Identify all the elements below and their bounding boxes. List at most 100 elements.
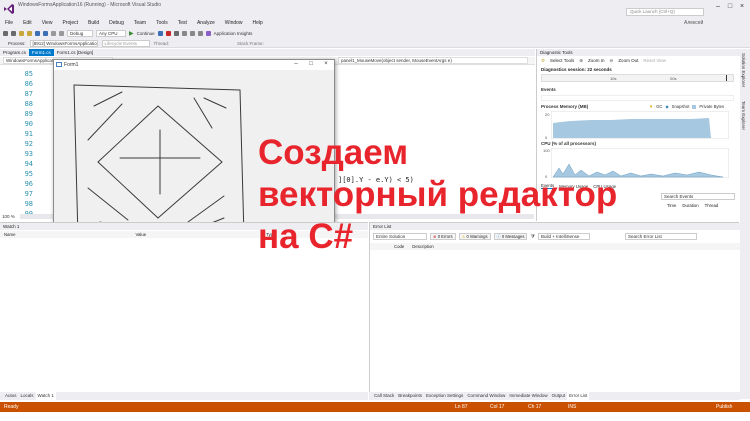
caption-line-2: векторный редактор [258, 175, 618, 214]
line-number: 94 [24, 160, 33, 168]
tab-form1-cs[interactable]: Form1.cs [29, 49, 54, 56]
stop-icon[interactable] [165, 31, 171, 36]
menu-edit[interactable]: Edit [18, 19, 37, 28]
caption-line-1: Создаем [258, 133, 409, 172]
tab-watch-1[interactable]: Watch 1 [35, 392, 56, 400]
undo-icon[interactable] [51, 31, 56, 36]
save-all-icon[interactable] [43, 31, 48, 36]
tab-output[interactable]: Output [550, 392, 568, 400]
column-thread[interactable]: Thread [705, 203, 719, 208]
form-close-icon[interactable]: × [320, 60, 332, 69]
step-over-icon[interactable] [189, 31, 195, 36]
line-number: 98 [24, 200, 33, 208]
column-name[interactable]: Name [4, 232, 15, 237]
back-icon[interactable] [3, 31, 8, 36]
menu-tools[interactable]: Tools [151, 19, 173, 28]
settings-icon: ⚙ [541, 57, 546, 63]
drawn-line [87, 187, 129, 221]
zoom-in-button[interactable]: Zoom In [588, 58, 605, 63]
open-icon[interactable] [27, 31, 32, 36]
minimize-icon[interactable]: – [712, 2, 724, 11]
menu-window[interactable]: Window [220, 19, 248, 28]
line-number: 96 [24, 180, 33, 188]
tab-command-window[interactable]: Command Window [465, 392, 507, 400]
column-duration[interactable]: Duration [682, 203, 698, 208]
memory-legend: ▼ GC ◆ Snapshot Private Bytes [649, 104, 724, 109]
menu-project[interactable]: Project [57, 19, 83, 28]
continue-button[interactable]: Continue [137, 31, 155, 36]
select-tools-button[interactable]: Select Tools [550, 58, 574, 63]
platform-select[interactable]: Any CPU [96, 30, 126, 37]
form-window-icon [56, 62, 62, 67]
line-number: 86 [24, 80, 33, 88]
form-minimize-icon[interactable]: – [290, 60, 302, 69]
drawn-line [97, 161, 159, 219]
status-mode: INS [568, 404, 577, 410]
caption-line-3: на C# [258, 217, 354, 256]
configuration-select[interactable]: Debug [67, 30, 93, 37]
search-error-list-input[interactable]: Search Error List [624, 233, 697, 240]
menu-view[interactable]: View [37, 19, 58, 28]
tab-team-explorer[interactable]: Team Explorer [741, 101, 746, 130]
tab-solution-explorer[interactable]: Solution Explorer [741, 53, 746, 87]
save-icon[interactable] [35, 31, 40, 36]
tab-breakpoints[interactable]: Breakpoints [396, 392, 424, 400]
menu-help[interactable]: Help [248, 19, 268, 28]
timeline-ruler[interactable]: 10s 20s [541, 74, 734, 82]
maximize-icon[interactable]: □ [724, 2, 736, 11]
drawn-line [97, 105, 159, 163]
reset-view-button[interactable]: Reset View [643, 58, 666, 63]
member-dropdown[interactable]: panel1_MouseMove(object sender, MouseEve… [338, 57, 528, 64]
new-project-icon[interactable] [19, 31, 24, 36]
line-number: 89 [24, 110, 33, 118]
step-out-icon[interactable] [197, 31, 203, 36]
redo-icon[interactable] [59, 31, 64, 36]
events-title[interactable]: Events [541, 87, 556, 92]
zoom-in-icon: ⊕ [579, 57, 584, 63]
column-value[interactable]: Value [135, 232, 146, 237]
menu-test[interactable]: Test [173, 19, 192, 28]
drawn-line [239, 89, 245, 237]
form1-title: Form1 [64, 62, 79, 68]
zoom-out-button[interactable]: Zoom Out [618, 58, 638, 63]
search-events-input[interactable]: Search Events [661, 193, 735, 200]
form-maximize-icon[interactable]: □ [305, 60, 317, 69]
status-line: Ln 87 [455, 404, 468, 410]
process-label: Process: [8, 40, 26, 46]
tab-locals[interactable]: Locals [19, 392, 36, 400]
tab-error-list[interactable]: Error List [567, 392, 590, 400]
memory-title[interactable]: Process Memory (MB) [541, 104, 588, 109]
menu-team[interactable]: Team [129, 19, 151, 28]
forward-icon[interactable] [11, 31, 16, 36]
close-icon[interactable]: × [736, 2, 748, 11]
pause-icon[interactable] [157, 31, 163, 36]
app-insights-icon [205, 31, 211, 36]
timeline-cursor [726, 75, 727, 81]
quick-launch-input[interactable]: Quick Launch (Ctrl+Q) [626, 8, 704, 16]
lifecycle-events-select[interactable]: Lifecycle Events [101, 39, 150, 47]
drawn-line [87, 103, 123, 141]
user-name[interactable]: Алексей [684, 19, 703, 28]
drawn-line [157, 161, 223, 219]
zoom-level[interactable]: 100 % [2, 214, 15, 219]
continue-icon[interactable]: ▶ [129, 30, 134, 37]
app-insights-button[interactable]: Application Insights [214, 31, 253, 36]
step-into-icon[interactable] [181, 31, 187, 36]
menu-debug[interactable]: Debug [104, 19, 129, 28]
column-time[interactable]: Time [667, 203, 676, 208]
menu-build[interactable]: Build [83, 19, 104, 28]
status-bar: Ready Ln 87 Col 17 Ch 17 INS Publish [0, 402, 750, 412]
restart-icon[interactable] [173, 31, 179, 36]
session-duration: Diagnostics session: 22 seconds [541, 67, 612, 72]
tab-form1-design[interactable]: Form1.cs [Design] [54, 49, 97, 56]
side-tool-tabs: Solution Explorer Team Explorer [740, 49, 750, 399]
tab-autos[interactable]: Autos [3, 392, 19, 400]
tab-program-cs[interactable]: Program.cs [0, 49, 29, 56]
tab-immediate-window[interactable]: Immediate Window [507, 392, 549, 400]
tab-call-stack[interactable]: Call Stack [372, 392, 396, 400]
publish-button[interactable]: Publish [716, 402, 732, 412]
tab-exception-settings[interactable]: Exception Settings [424, 392, 465, 400]
menu-analyze[interactable]: Analyze [192, 19, 220, 28]
process-select[interactable]: [8912] WindowsFormsApplication [29, 39, 98, 47]
menu-file[interactable]: File [0, 19, 18, 28]
